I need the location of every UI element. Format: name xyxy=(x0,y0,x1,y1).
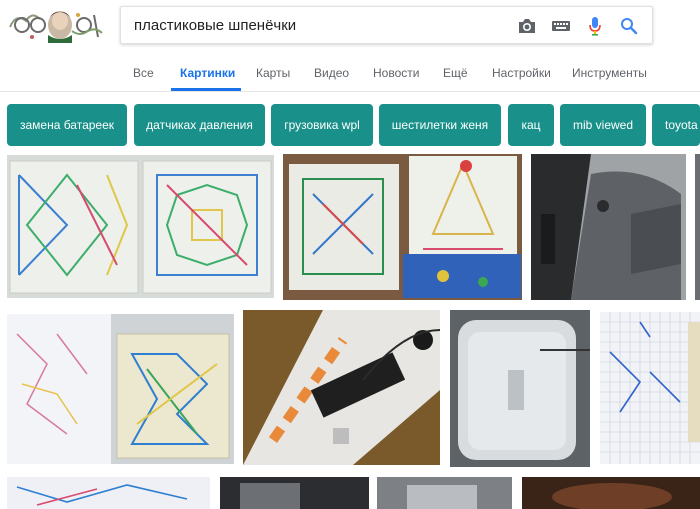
image-result[interactable] xyxy=(220,477,369,509)
image-result[interactable] xyxy=(7,155,274,298)
google-doodle-logo[interactable] xyxy=(8,7,104,43)
graph-paper-photo xyxy=(600,312,700,464)
keyboard-icon[interactable] xyxy=(550,15,572,37)
related-chip[interactable]: замена батареек xyxy=(7,104,127,146)
tab-images[interactable]: Картинки xyxy=(180,66,235,80)
search-box[interactable]: пластиковые шпенёчки xyxy=(120,6,653,44)
tab-more[interactable]: Ещё xyxy=(443,66,468,80)
image-result[interactable] xyxy=(283,154,522,300)
related-chip[interactable]: шестилетки женя xyxy=(379,104,501,146)
header-divider xyxy=(0,91,700,92)
microphone-icon[interactable] xyxy=(584,15,606,37)
image-result[interactable] xyxy=(7,314,234,464)
geoboard-photo xyxy=(283,154,522,300)
geoboard-photo xyxy=(7,155,274,298)
tab-all[interactable]: Все xyxy=(133,66,154,80)
related-chip[interactable]: кац xyxy=(508,104,554,146)
dome-light-photo xyxy=(450,310,590,467)
brown-photo xyxy=(522,477,700,509)
search-nav-tabs: Все Картинки Карты Видео Новости Ещё Нас… xyxy=(0,58,700,92)
image-result[interactable] xyxy=(531,154,686,300)
dark-photo xyxy=(220,477,369,509)
search-icon[interactable] xyxy=(618,15,640,37)
tab-news[interactable]: Новости xyxy=(373,66,419,80)
image-result[interactable] xyxy=(377,477,512,509)
related-chip[interactable]: датчиках давления xyxy=(134,104,265,146)
related-chip[interactable]: toyota xyxy=(652,104,700,146)
camera-icon[interactable] xyxy=(516,15,538,37)
graph-paper-photo xyxy=(7,477,210,509)
image-result[interactable] xyxy=(600,312,700,464)
image-result[interactable] xyxy=(522,477,700,509)
related-chip[interactable]: mib viewed xyxy=(560,104,646,146)
tab-tools[interactable]: Инструменты xyxy=(572,66,647,80)
cropped-photo xyxy=(695,154,700,300)
image-result[interactable] xyxy=(450,310,590,467)
search-input[interactable]: пластиковые шпенёчки xyxy=(134,17,296,34)
geoboard-photo xyxy=(7,314,234,464)
doodle-graphic xyxy=(8,7,104,43)
tab-maps[interactable]: Карты xyxy=(256,66,290,80)
tab-video[interactable]: Видео xyxy=(314,66,349,80)
car-interior-photo xyxy=(531,154,686,300)
image-result[interactable] xyxy=(243,310,440,465)
related-chip[interactable]: грузовика wpl xyxy=(271,104,373,146)
car-part-photo xyxy=(377,477,512,509)
image-result[interactable] xyxy=(7,477,210,509)
image-result[interactable] xyxy=(695,154,700,300)
google-images-results-page: пластиковые шпенёчки Все Картинки Карты … xyxy=(0,0,700,509)
circuit-board-photo xyxy=(243,310,440,465)
tab-settings[interactable]: Настройки xyxy=(492,66,551,80)
